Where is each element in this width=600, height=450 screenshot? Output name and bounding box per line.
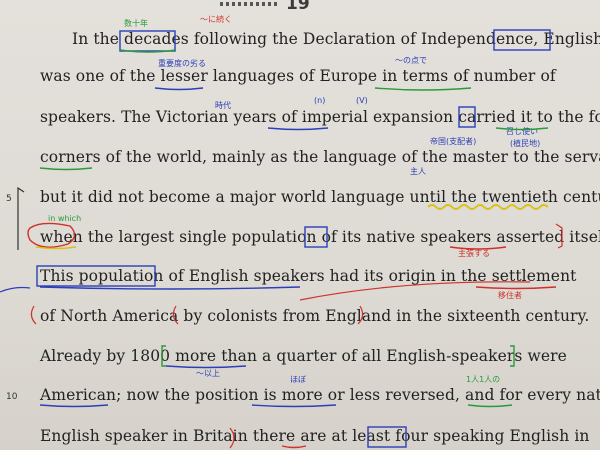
underline-imperial bbox=[267, 127, 329, 131]
line-number-5: 5 bbox=[6, 194, 12, 204]
text-line-2: was one of the lesser languages of Europ… bbox=[40, 67, 556, 85]
note-years: 時代 bbox=[215, 101, 231, 110]
note-asserted: 主張する bbox=[458, 249, 490, 258]
underline-lesser bbox=[154, 87, 204, 91]
note-lesser: 重要度の劣る bbox=[158, 59, 206, 68]
text-line-3: speakers. The Victorian years of imperia… bbox=[40, 108, 600, 126]
underline-decades bbox=[119, 49, 177, 53]
underline-settlement bbox=[475, 286, 557, 290]
text-line-7: This population of English speakers had … bbox=[40, 267, 577, 285]
text-line-10: American; now the position is more or le… bbox=[40, 386, 600, 404]
underline-when bbox=[35, 246, 77, 250]
text-line-5: but it did not become a major world lang… bbox=[40, 188, 600, 206]
underline-english-speakers bbox=[39, 286, 301, 290]
note-when: in which bbox=[48, 214, 82, 223]
note-terms: 〜の点で bbox=[395, 56, 427, 65]
underline-are bbox=[281, 445, 307, 449]
page-number: 19 bbox=[286, 0, 310, 14]
note-more-less: ほぼ bbox=[290, 375, 306, 384]
text-line-8: of North America by colonists from Engla… bbox=[40, 307, 590, 325]
note-servant: 召し使い bbox=[506, 127, 538, 136]
note-decades-red: 〜に続く bbox=[200, 15, 232, 24]
underline-american bbox=[39, 404, 109, 408]
bracket-left bbox=[17, 186, 25, 250]
page-header-dots bbox=[220, 2, 280, 6]
note-decades-green: 数十年 bbox=[124, 19, 148, 28]
paren-of bbox=[30, 305, 37, 325]
underline-corners bbox=[39, 167, 93, 171]
note-master: 主人 bbox=[410, 167, 426, 176]
text-line-6: when the largest single population of it… bbox=[40, 228, 600, 246]
note-servant-2: (植民地) bbox=[510, 139, 541, 148]
note-n: (n) bbox=[314, 96, 326, 105]
note-empire: 帝国(支配者) bbox=[430, 137, 477, 146]
underline-more-or-less bbox=[251, 404, 337, 408]
text-line-9: Already by 1800 more than a quarter of a… bbox=[40, 347, 567, 365]
note-v: (V) bbox=[356, 96, 368, 105]
note-more-than: 〜以上 bbox=[196, 369, 220, 378]
text-line-4: corners of the world, mainly as the lang… bbox=[40, 148, 600, 166]
textbook-page: 19 In the decades following the Declarat… bbox=[0, 0, 600, 450]
text-line-1: In the decades following the Declaration… bbox=[72, 30, 600, 48]
note-settlement: 移住者 bbox=[498, 291, 522, 300]
margin-arrow bbox=[0, 286, 31, 293]
underline-terms bbox=[374, 87, 472, 91]
line-number-10: 10 bbox=[6, 392, 18, 402]
note-every: 1人1人の bbox=[466, 375, 501, 384]
text-line-11: English speaker in Britain there are at … bbox=[40, 427, 590, 445]
underline-every bbox=[467, 404, 513, 408]
